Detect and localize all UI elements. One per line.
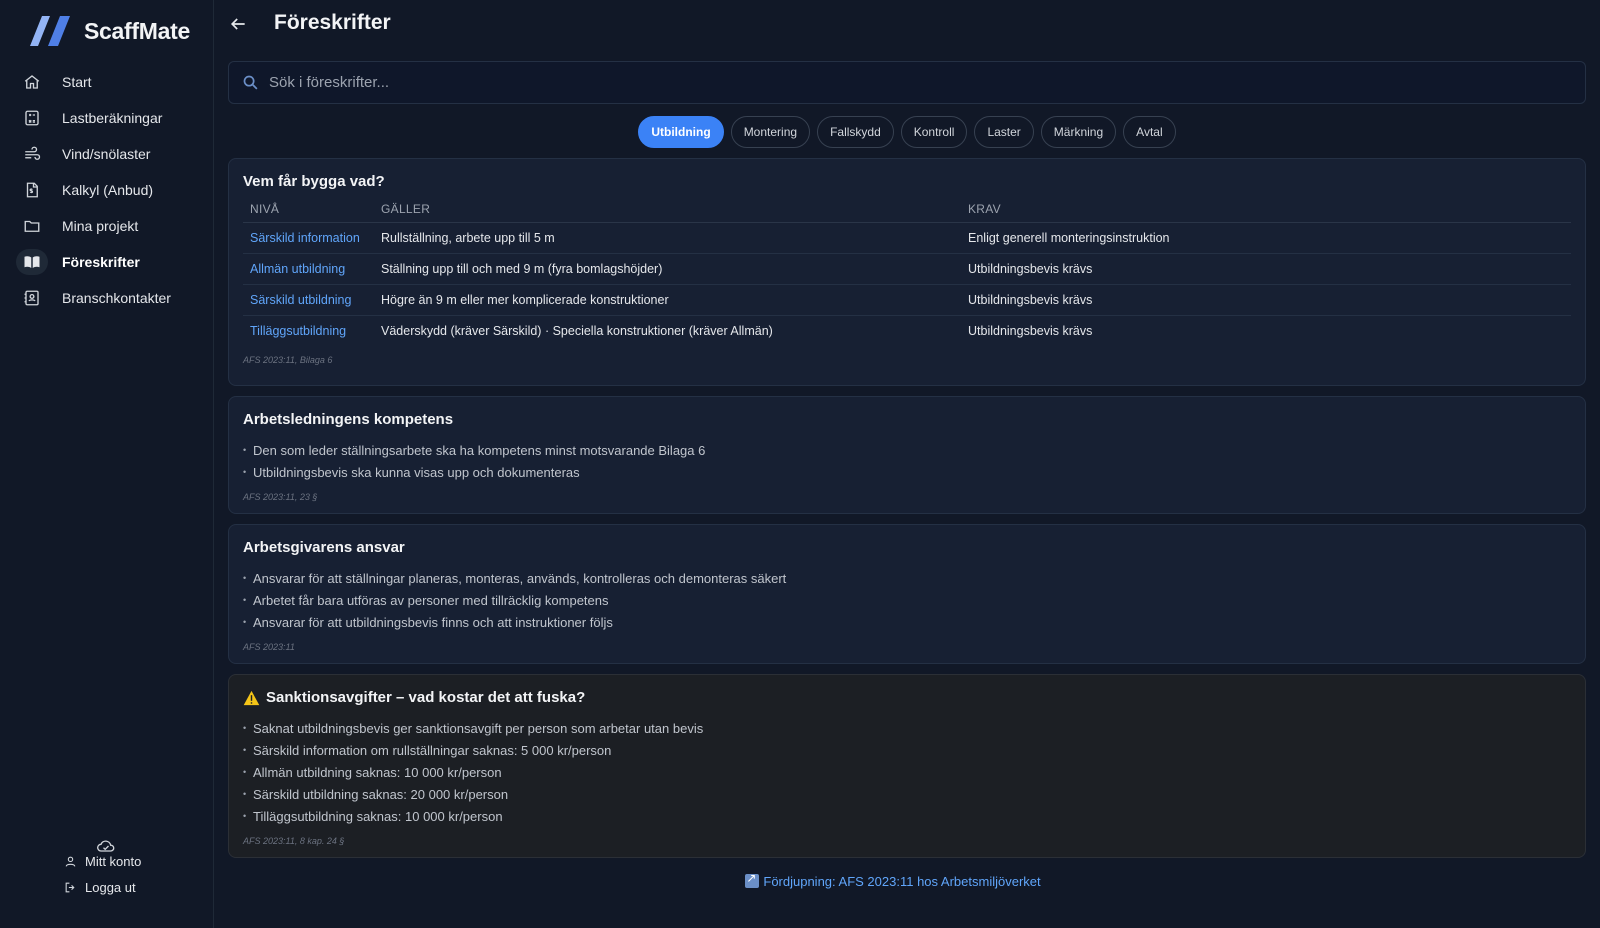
page-title: Föreskrifter bbox=[274, 11, 391, 34]
bullet-list: Den som leder ställningsarbete ska ha ko… bbox=[243, 439, 1571, 484]
table-row: Särskild information Rullställning, arbe… bbox=[243, 222, 1571, 254]
sidebar-item-label: Mina projekt bbox=[62, 218, 139, 234]
requirement-cell: Utbildningsbevis krävs bbox=[968, 324, 1093, 339]
tab-markning[interactable]: Märkning bbox=[1040, 116, 1117, 148]
list-item: Den som leder ställningsarbete ska ha ko… bbox=[243, 439, 1571, 462]
applies-cell: Ställning upp till och med 9 m (fyra bom… bbox=[374, 253, 961, 285]
source-reference: AFS 2023:11 bbox=[243, 642, 295, 652]
sidebar-item-label: Lastberäkningar bbox=[62, 110, 163, 126]
list-item: Ansvarar för att utbildningsbevis finns … bbox=[243, 611, 1571, 634]
wind-icon bbox=[25, 146, 41, 160]
logout-icon bbox=[65, 882, 75, 893]
sidebar-item-foreskrifter[interactable]: Föreskrifter bbox=[10, 244, 206, 280]
search-icon bbox=[243, 75, 258, 90]
further-reading-link[interactable]: Fördjupning: AFS 2023:11 hos Arbetsmiljö… bbox=[228, 871, 1558, 889]
topbar: Föreskrifter bbox=[228, 0, 1586, 50]
list-item: Särskild information om rullställningar … bbox=[243, 739, 1571, 762]
table-header-row: NIVÅ GÄLLER KRAV bbox=[243, 202, 1571, 223]
external-link-icon bbox=[745, 871, 760, 888]
sidebar-item-start[interactable]: Start bbox=[10, 64, 206, 100]
level-cell: Allmän utbildning bbox=[243, 253, 374, 285]
applies-cell: Väderskydd (kräver Särskild) · Speciella… bbox=[381, 324, 773, 339]
column-header: KRAV bbox=[961, 202, 1571, 223]
search-bar[interactable] bbox=[228, 61, 1586, 104]
app-name: ScaffMate bbox=[84, 17, 190, 44]
tab-kontroll[interactable]: Kontroll bbox=[900, 116, 968, 148]
requirement-cell: Enligt generell monteringsinstruktion bbox=[961, 222, 1571, 254]
sidebar-item-label: Vind/snölaster bbox=[62, 146, 151, 162]
source-reference: AFS 2023:11, 8 kap. 24 § bbox=[243, 836, 345, 846]
sidebar: ScaffMate Start Lastberäkningar Vind/snö… bbox=[0, 0, 214, 928]
back-arrow-icon[interactable] bbox=[228, 14, 248, 34]
folder-icon bbox=[24, 220, 40, 232]
bullet-list: Saknat utbildningsbevis ger sanktionsavg… bbox=[243, 717, 1571, 828]
list-item: Särskild utbildning saknas: 20 000 kr/pe… bbox=[243, 783, 1571, 806]
brand[interactable]: ScaffMate bbox=[30, 16, 190, 46]
sanction-fees-card: Sanktionsavgifter – vad kostar det att f… bbox=[228, 674, 1586, 858]
tab-avtal[interactable]: Avtal bbox=[1123, 116, 1176, 148]
list-item: Utbildningsbevis ska kunna visas upp och… bbox=[243, 461, 1571, 484]
scaffmate-logo-icon bbox=[30, 16, 70, 46]
sidebar-item-label: Branschkontakter bbox=[62, 290, 171, 306]
card-title: Arbetsgivarens ansvar bbox=[243, 539, 405, 556]
bullet-list: Ansvarar för att ställningar planeras, m… bbox=[243, 567, 1571, 634]
sidebar-item-label: Föreskrifter bbox=[62, 254, 140, 270]
level-cell: Särskild utbildning bbox=[243, 284, 374, 316]
contacts-icon bbox=[24, 290, 39, 306]
my-account-label: Mitt konto bbox=[85, 854, 142, 869]
employer-responsibility-card: Arbetsgivarens ansvar Ansvarar för att s… bbox=[228, 524, 1586, 664]
further-reading-label: Fördjupning: AFS 2023:11 hos Arbetsmiljö… bbox=[763, 874, 1041, 889]
book-icon bbox=[24, 256, 40, 268]
logout-label: Logga ut bbox=[85, 880, 136, 895]
table-row: Särskild utbildning Högre än 9 m eller m… bbox=[243, 284, 1571, 316]
list-item: Tilläggsutbildning saknas: 10 000 kr/per… bbox=[243, 805, 1571, 828]
tab-fallskydd[interactable]: Fallskydd bbox=[817, 116, 894, 148]
requirement-cell: Utbildningsbevis krävs bbox=[961, 253, 1571, 285]
training-levels-table: NIVÅ GÄLLER KRAV Särskild information Ru… bbox=[243, 202, 1571, 347]
calculator-icon bbox=[25, 110, 39, 126]
invoice-icon bbox=[26, 182, 38, 198]
warning-icon bbox=[243, 690, 260, 705]
management-competence-card: Arbetsledningens kompetens Den som leder… bbox=[228, 396, 1586, 514]
column-header: NIVÅ bbox=[243, 202, 374, 223]
tab-laster[interactable]: Laster bbox=[974, 116, 1034, 148]
applies-cell: Högre än 9 m eller mer komplicerade kons… bbox=[374, 284, 961, 316]
sidebar-item-label: Start bbox=[62, 74, 92, 90]
sidebar-item-lastberakningar[interactable]: Lastberäkningar bbox=[10, 100, 206, 136]
cloud-sync-icon bbox=[97, 840, 115, 852]
list-item: Arbetet får bara utföras av personer med… bbox=[243, 589, 1571, 612]
level-cell: Särskild information bbox=[243, 222, 374, 254]
sidebar-nav: Start Lastberäkningar Vind/snölaster Kal… bbox=[10, 64, 206, 316]
card-title-text: Sanktionsavgifter – vad kostar det att f… bbox=[266, 689, 586, 706]
table-row: Tilläggsutbildning Väderskydd (kräver Sä… bbox=[243, 316, 1571, 347]
sidebar-item-mina-projekt[interactable]: Mina projekt bbox=[10, 208, 206, 244]
tab-montering[interactable]: Montering bbox=[730, 116, 811, 148]
user-icon bbox=[65, 856, 76, 867]
search-input[interactable] bbox=[269, 74, 1469, 91]
sidebar-item-branschkontakter[interactable]: Branschkontakter bbox=[10, 280, 206, 316]
table-row: Allmän utbildning Ställning upp till och… bbox=[243, 253, 1571, 285]
list-item: Saknat utbildningsbevis ger sanktionsavg… bbox=[243, 717, 1571, 740]
main-content: Föreskrifter Utbildning Montering Fallsk… bbox=[228, 0, 1586, 928]
column-header: GÄLLER bbox=[374, 202, 961, 223]
card-title: Vem får bygga vad? bbox=[243, 173, 385, 190]
sidebar-item-kalkyl[interactable]: Kalkyl (Anbud) bbox=[10, 172, 206, 208]
training-levels-card: Vem får bygga vad? NIVÅ GÄLLER KRAV Särs… bbox=[228, 158, 1586, 386]
card-title: Arbetsledningens kompetens bbox=[243, 411, 454, 428]
card-title: Sanktionsavgifter – vad kostar det att f… bbox=[243, 689, 1571, 706]
list-item: Allmän utbildning saknas: 10 000 kr/pers… bbox=[243, 761, 1571, 784]
sidebar-item-vind-snolaster[interactable]: Vind/snölaster bbox=[10, 136, 206, 172]
home-icon bbox=[24, 75, 40, 89]
requirement-cell: Utbildningsbevis krävs bbox=[961, 284, 1571, 316]
applies-cell: Rullställning, arbete upp till 5 m bbox=[374, 222, 961, 254]
source-reference: AFS 2023:11, 23 § bbox=[243, 492, 318, 502]
tab-utbildning[interactable]: Utbildning bbox=[638, 116, 724, 148]
list-item: Ansvarar för att ställningar planeras, m… bbox=[243, 567, 1571, 590]
sidebar-item-label: Kalkyl (Anbud) bbox=[62, 182, 154, 198]
level-cell: Tilläggsutbildning bbox=[250, 324, 347, 339]
category-tabs: Utbildning Montering Fallskydd Kontroll … bbox=[228, 116, 1586, 148]
my-account-link[interactable]: Mitt konto bbox=[64, 854, 141, 869]
source-reference: AFS 2023:11, Bilaga 6 bbox=[243, 354, 333, 365]
logout-link[interactable]: Logga ut bbox=[64, 880, 136, 895]
